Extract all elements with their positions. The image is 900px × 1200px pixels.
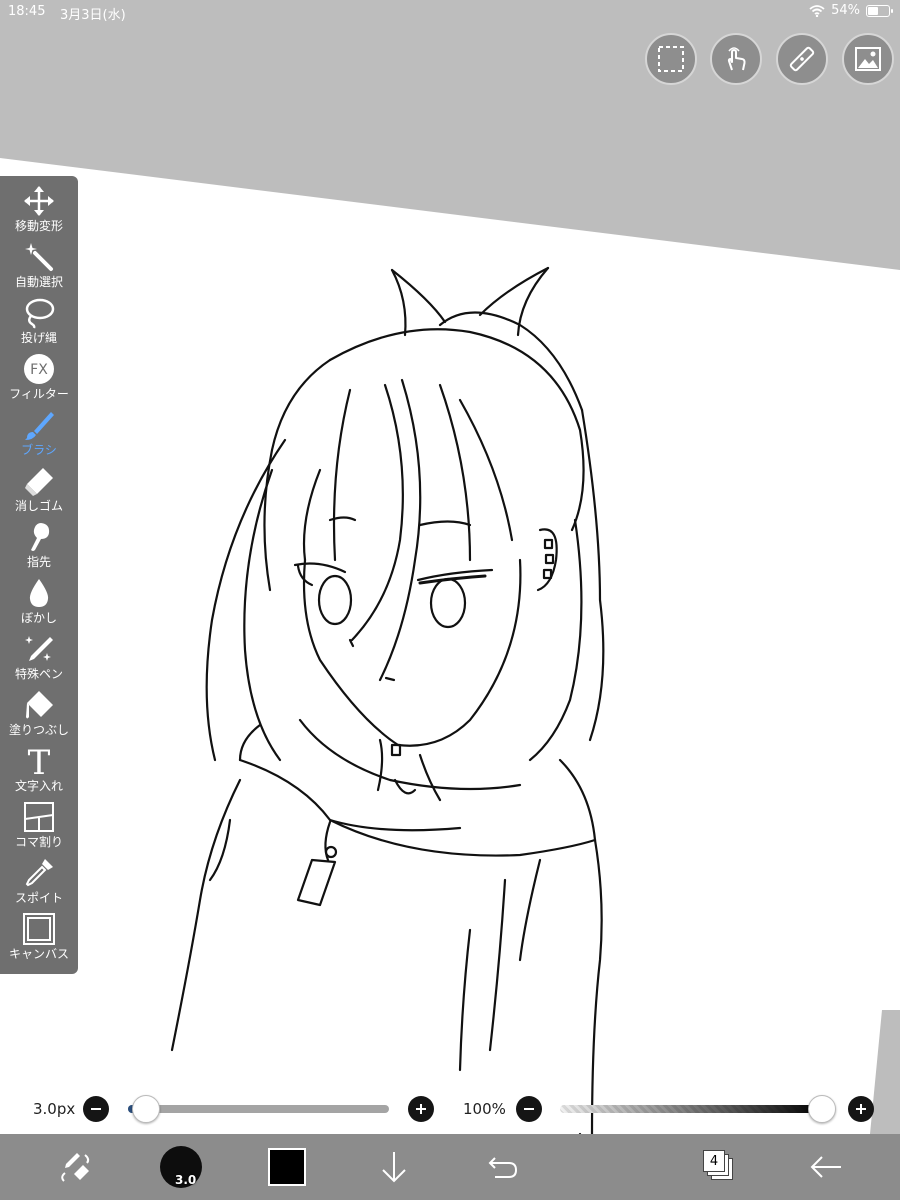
- opacity-decrease-button[interactable]: [516, 1096, 542, 1122]
- fill-bucket-icon: [26, 691, 53, 719]
- frame-divide-icon: [24, 802, 54, 832]
- tool-label: 消しゴム: [14, 499, 63, 513]
- minus-icon: [91, 1108, 101, 1110]
- undo-button[interactable]: [483, 1134, 523, 1200]
- tool-eyedropper[interactable]: スポイト: [0, 856, 78, 912]
- brush-icon: [25, 412, 54, 440]
- minus-icon: [524, 1108, 534, 1110]
- eraser-icon: [25, 468, 53, 496]
- tool-filter[interactable]: FX フィルター: [0, 352, 78, 408]
- tool-move-transform[interactable]: 移動変形: [0, 184, 78, 240]
- brush-size-value: 3.0px: [33, 1100, 76, 1118]
- tool-brush[interactable]: ブラシ: [0, 408, 78, 464]
- tool-label: 自動選択: [14, 275, 63, 289]
- tool-lasso[interactable]: 投げ縄: [0, 296, 78, 352]
- tool-label: ぼかし: [20, 611, 57, 625]
- brush-size-decrease-button[interactable]: [83, 1096, 109, 1122]
- tool-label: キャンバス: [8, 947, 69, 961]
- tool-canvas[interactable]: キャンバス: [0, 912, 78, 968]
- layers-button[interactable]: 4: [700, 1134, 740, 1200]
- tool-label: スポイト: [14, 891, 63, 905]
- lasso-icon: [25, 298, 55, 329]
- arrow-down-icon: [382, 1152, 406, 1183]
- tool-label: 移動変形: [14, 219, 63, 233]
- eyedropper-icon: [25, 859, 53, 887]
- tool-label: 特殊ペン: [14, 667, 63, 681]
- layer-count: 4: [709, 1153, 719, 1169]
- opacity-slider[interactable]: [560, 1105, 822, 1113]
- tool-fill[interactable]: 塗りつぶし: [0, 688, 78, 744]
- tool-label: 投げ縄: [20, 331, 57, 345]
- opacity-value: 100%: [463, 1100, 506, 1118]
- arrow-left-icon: [810, 1156, 841, 1178]
- brush-preview: 3.0: [160, 1146, 202, 1188]
- bottom-toolbar: 3.0 4: [0, 1134, 900, 1200]
- plus-icon: [416, 1104, 426, 1114]
- tool-finger[interactable]: 指先: [0, 520, 78, 576]
- magic-wand-icon: [25, 243, 53, 271]
- tool-text[interactable]: T 文字入れ: [0, 744, 78, 800]
- back-button[interactable]: [806, 1134, 846, 1200]
- tool-label: コマ割り: [14, 835, 63, 849]
- move-arrows-icon: [24, 186, 54, 216]
- tool-frame-divide[interactable]: コマ割り: [0, 800, 78, 856]
- tool-blur[interactable]: ぼかし: [0, 576, 78, 632]
- tool-panel: 移動変形 自動選択 投げ縄 FX フィルター ブラシ 消しゴム 指先 ぼかし 特…: [0, 176, 78, 974]
- brush-size-slider[interactable]: [128, 1105, 389, 1113]
- tool-label: ブラシ: [21, 443, 57, 457]
- tool-label: 塗りつぶし: [8, 723, 70, 737]
- drawing-canvas[interactable]: [0, 0, 900, 1200]
- svg-text:T: T: [28, 745, 51, 777]
- tool-label: 文字入れ: [14, 779, 63, 793]
- opacity-slider-handle[interactable]: [808, 1095, 836, 1123]
- pen-eraser-switch-icon: [61, 1153, 90, 1182]
- special-pen-icon: [25, 636, 53, 661]
- plus-icon: [856, 1104, 866, 1114]
- tool-auto-select[interactable]: 自動選択: [0, 240, 78, 296]
- brush-size-increase-button[interactable]: [408, 1096, 434, 1122]
- brush-size-button[interactable]: 3.0: [158, 1134, 204, 1200]
- fx-icon: FX: [24, 354, 54, 384]
- tool-eraser[interactable]: 消しゴム: [0, 464, 78, 520]
- brush-size-text: 3.0: [175, 1173, 197, 1187]
- svg-text:FX: FX: [30, 362, 48, 378]
- color-swatch: [268, 1148, 306, 1186]
- color-button[interactable]: [266, 1134, 308, 1200]
- tool-special-pen[interactable]: 特殊ペン: [0, 632, 78, 688]
- save-down-button[interactable]: [374, 1134, 414, 1200]
- pen-eraser-switch-button[interactable]: [52, 1134, 98, 1200]
- tool-label: 指先: [26, 555, 51, 569]
- canvas-paper: [0, 158, 900, 1134]
- text-icon: T: [28, 745, 51, 777]
- blur-drop-icon: [29, 579, 49, 607]
- layers-icon: 4: [703, 1150, 737, 1184]
- tool-label: フィルター: [9, 387, 69, 401]
- finger-icon: [31, 523, 50, 551]
- canvas-icon: [23, 913, 55, 945]
- opacity-increase-button[interactable]: [848, 1096, 874, 1122]
- undo-icon: [488, 1157, 518, 1178]
